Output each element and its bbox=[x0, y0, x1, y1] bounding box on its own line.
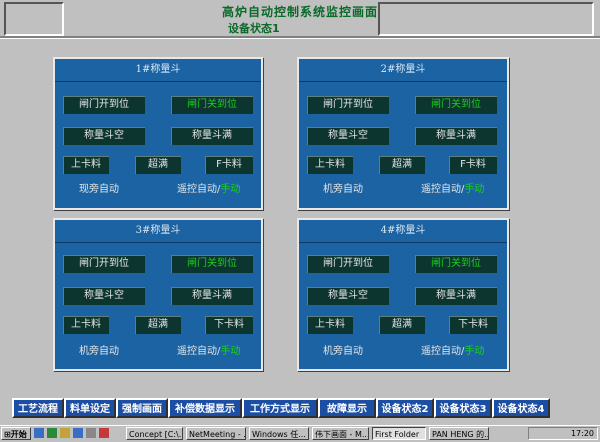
nav-device-status-2-button[interactable]: 设备状态2 bbox=[376, 398, 434, 418]
gate-close-indicator: 闸门关到位 bbox=[415, 255, 497, 273]
lower-jam-indicator: 下卡料 bbox=[205, 316, 253, 334]
taskbar-item-first-folder[interactable]: First Folder bbox=[372, 427, 426, 440]
quicklaunch-icon[interactable] bbox=[99, 428, 109, 438]
quicklaunch-icon[interactable] bbox=[47, 428, 57, 438]
local-auto-label: 机旁自动 bbox=[79, 346, 119, 357]
overfull-indicator: 超满 bbox=[135, 156, 181, 174]
remote-mode-label: 遥控自动/手动 bbox=[421, 182, 484, 198]
lower-jam-indicator: F卡料 bbox=[449, 156, 497, 174]
nav-process-flow-button[interactable]: 工艺流程 bbox=[12, 398, 64, 418]
panel-title: 2#称量斗 bbox=[299, 59, 507, 82]
remote-mode-label: 遥控自动/手动 bbox=[177, 182, 240, 198]
hopper-empty-indicator: 称量斗空 bbox=[63, 287, 145, 305]
nav-forced-screen-button[interactable]: 强制画面 bbox=[116, 398, 168, 418]
system-tray: 17:20 bbox=[528, 427, 598, 440]
remote-mode-label: 遥控自动/手动 bbox=[177, 344, 240, 360]
gate-open-indicator: 闸门开到位 bbox=[307, 96, 389, 114]
panel-title: 3#称量斗 bbox=[55, 220, 261, 243]
panel-title: 1#称量斗 bbox=[55, 59, 261, 82]
quicklaunch-icon[interactable] bbox=[86, 428, 96, 438]
upper-jam-indicator: 上卡料 bbox=[307, 156, 353, 174]
remote-auto-text: 遥控自动/ bbox=[421, 184, 465, 195]
screen-nav-menu: 工艺流程 料单设定 强制画面 补偿数据显示 工作方式显示 故障显示 设备状态2 … bbox=[0, 395, 600, 423]
gate-close-indicator: 闸门关到位 bbox=[171, 96, 253, 114]
manual-text: 手动 bbox=[464, 184, 485, 195]
page-title: 高炉自动控制系统监控画面 bbox=[221, 5, 378, 19]
start-button[interactable]: ⊞开始 bbox=[1, 427, 31, 440]
gate-close-indicator: 闸门关到位 bbox=[171, 255, 253, 273]
manual-text: 手动 bbox=[220, 346, 241, 357]
remote-auto-text: 遥控自动/ bbox=[177, 346, 221, 357]
overfull-indicator: 超满 bbox=[135, 316, 181, 334]
taskbar-item-pan-heng[interactable]: PAN HENG 的... bbox=[429, 427, 489, 440]
hopper-full-indicator: 称量斗满 bbox=[415, 127, 497, 145]
gate-close-indicator: 闸门关到位 bbox=[415, 96, 497, 114]
gate-open-indicator: 闸门开到位 bbox=[63, 255, 145, 273]
gate-open-indicator: 闸门开到位 bbox=[307, 255, 389, 273]
hopper-empty-indicator: 称量斗空 bbox=[63, 127, 145, 145]
remote-mode-label: 遥控自动/手动 bbox=[421, 344, 484, 360]
hopper-full-indicator: 称量斗满 bbox=[171, 127, 253, 145]
header: 高炉自动控制系统监控画面 设备状态1 bbox=[0, 0, 600, 39]
windows-taskbar: ⊞开始 Concept [C:\... NetMeeting - ... Win… bbox=[0, 425, 600, 442]
remote-auto-text: 遥控自动/ bbox=[421, 346, 465, 357]
upper-jam-indicator: 上卡料 bbox=[63, 156, 109, 174]
local-auto-label: 机旁自动 bbox=[323, 346, 363, 357]
quicklaunch-icon[interactable] bbox=[73, 428, 83, 438]
manual-text: 手动 bbox=[220, 184, 241, 195]
windows-logo-icon: ⊞ bbox=[4, 430, 11, 439]
weigh-hopper-panel-1: 1#称量斗 闸门开到位 闸门关到位 称量斗空 称量斗满 上卡料 超满 F卡料 现… bbox=[53, 57, 263, 210]
upper-jam-indicator: 上卡料 bbox=[63, 316, 109, 334]
manual-text: 手动 bbox=[464, 346, 485, 357]
hopper-full-indicator: 称量斗满 bbox=[415, 287, 497, 305]
start-label: 开始 bbox=[10, 430, 27, 439]
quicklaunch-icon[interactable] bbox=[60, 428, 70, 438]
nav-recipe-settings-button[interactable]: 料单设定 bbox=[64, 398, 116, 418]
overfull-indicator: 超满 bbox=[379, 316, 425, 334]
header-divider bbox=[0, 36, 600, 39]
taskbar-item-windows[interactable]: Windows 任... bbox=[249, 427, 309, 440]
taskbar-item-netmeeting[interactable]: NetMeeting - ... bbox=[186, 427, 246, 440]
quicklaunch-icon[interactable] bbox=[34, 428, 44, 438]
lower-jam-indicator: 下卡料 bbox=[449, 316, 497, 334]
hopper-empty-indicator: 称量斗空 bbox=[307, 287, 389, 305]
weigh-hopper-panel-2: 2#称量斗 闸门开到位 闸门关到位 称量斗空 称量斗满 上卡料 超满 F卡料 机… bbox=[297, 57, 509, 210]
gate-open-indicator: 闸门开到位 bbox=[63, 96, 145, 114]
nav-device-status-3-button[interactable]: 设备状态3 bbox=[434, 398, 492, 418]
nav-work-mode-button[interactable]: 工作方式显示 bbox=[242, 398, 318, 418]
weigh-hopper-panel-3: 3#称量斗 闸门开到位 闸门关到位 称量斗空 称量斗满 上卡料 超满 下卡料 机… bbox=[53, 218, 263, 371]
remote-auto-text: 遥控自动/ bbox=[177, 184, 221, 195]
lower-jam-indicator: F卡料 bbox=[205, 156, 253, 174]
local-auto-label: 现旁自动 bbox=[79, 184, 119, 195]
clock: 17:20 bbox=[570, 429, 594, 438]
hopper-empty-indicator: 称量斗空 bbox=[307, 127, 389, 145]
panel-title: 4#称量斗 bbox=[299, 220, 507, 243]
nav-compensation-data-button[interactable]: 补偿数据显示 bbox=[168, 398, 242, 418]
hopper-full-indicator: 称量斗满 bbox=[171, 287, 253, 305]
taskbar-item-screen-editor[interactable]: 伟下画面 - M... bbox=[312, 427, 369, 440]
taskbar-item-concept[interactable]: Concept [C:\... bbox=[126, 427, 183, 440]
nav-device-status-4-button[interactable]: 设备状态4 bbox=[492, 398, 550, 418]
weigh-hopper-panel-4: 4#称量斗 闸门开到位 闸门关到位 称量斗空 称量斗满 上卡料 超满 下卡料 机… bbox=[297, 218, 509, 371]
nav-fault-display-button[interactable]: 故障显示 bbox=[318, 398, 376, 418]
local-auto-label: 机旁自动 bbox=[323, 184, 363, 195]
page-subtitle: 设备状态1 bbox=[228, 22, 280, 35]
upper-jam-indicator: 上卡料 bbox=[307, 316, 353, 334]
overfull-indicator: 超满 bbox=[379, 156, 425, 174]
